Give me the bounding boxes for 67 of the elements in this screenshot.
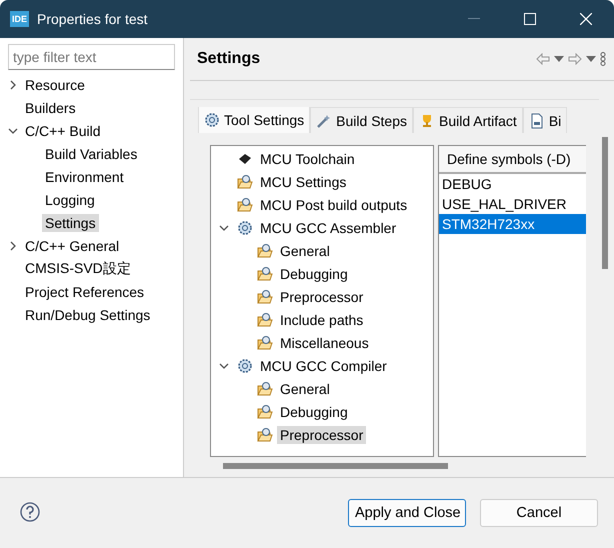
dialog-button[interactable]: Cancel <box>480 499 598 527</box>
default-button[interactable]: Apply and Close <box>348 499 466 527</box>
close-icon[interactable] <box>580 13 592 25</box>
folder-gear-icon <box>257 312 273 328</box>
tree-item[interactable]: MCU Post build outputs <box>257 196 410 214</box>
folder-gear-icon <box>257 334 273 350</box>
tab[interactable]: Tool Settings <box>198 107 310 133</box>
tree-item[interactable]: C/C++ Build <box>22 122 104 140</box>
chevron-right-icon[interactable] <box>8 80 18 90</box>
tree-item[interactable]: Preprocessor <box>277 288 366 306</box>
maximize-icon[interactable] <box>524 13 536 25</box>
tree-item[interactable]: Debugging <box>277 402 351 420</box>
tree-item[interactable]: Environment <box>42 168 127 186</box>
tree-item[interactable]: Builders <box>22 98 79 116</box>
scrollbar[interactable] <box>223 463 448 469</box>
chevron-down-icon[interactable] <box>8 126 18 136</box>
wand-icon <box>316 112 332 128</box>
more-icon[interactable] <box>600 52 606 66</box>
list-item[interactable]: USE_HAL_DRIVER <box>439 194 586 214</box>
help-icon[interactable] <box>20 502 40 522</box>
tree-item[interactable]: MCU GCC Assembler <box>257 218 400 236</box>
gear-icon <box>237 220 253 236</box>
window-title: Properties for test <box>37 11 149 27</box>
tree-item[interactable]: MCU Settings <box>257 172 350 190</box>
dropdown-icon[interactable] <box>586 56 596 62</box>
tree-item[interactable]: Logging <box>42 190 98 208</box>
column-header[interactable]: Define symbols (-D) <box>439 146 586 174</box>
tree-item[interactable]: Preprocessor <box>277 426 366 444</box>
tree-item[interactable]: Miscellaneous <box>277 334 372 352</box>
list-item[interactable]: DEBUG <box>439 174 586 194</box>
tree-item[interactable]: General <box>277 380 333 398</box>
tree-item[interactable]: Project References <box>22 282 148 300</box>
tab[interactable]: Build Artifact <box>413 107 523 133</box>
tree-item[interactable]: Build Variables <box>42 144 140 162</box>
tree-item[interactable]: Include paths <box>277 310 366 328</box>
app-logo: IDE <box>10 11 30 27</box>
page-title: Settings <box>197 50 262 68</box>
tree-item[interactable]: Debugging <box>277 264 351 282</box>
tab[interactable]: Build Steps <box>310 107 413 133</box>
chevron-down-icon[interactable] <box>219 222 229 232</box>
tree-item[interactable]: CMSIS-SVD設定 <box>22 258 134 278</box>
tab[interactable]: Bi <box>522 107 568 133</box>
tree-item[interactable]: General <box>277 242 333 260</box>
scrollbar[interactable] <box>602 137 608 269</box>
list-item[interactable]: STM32H723xx <box>439 214 586 234</box>
tree-item[interactable]: MCU Toolchain <box>257 150 358 168</box>
chevron-right-icon[interactable] <box>8 240 18 250</box>
minimize-icon[interactable] <box>468 18 480 20</box>
folder-gear-icon <box>257 426 273 442</box>
tree-item[interactable]: Settings <box>42 214 99 232</box>
folder-gear-icon <box>257 242 273 258</box>
document-icon <box>528 112 545 128</box>
folder-gear-icon <box>257 266 273 282</box>
chevron-down-icon[interactable] <box>219 360 229 370</box>
dropdown-icon[interactable] <box>554 56 564 62</box>
tree-item[interactable]: C/C++ General <box>22 236 122 254</box>
gear-icon <box>204 112 220 128</box>
gear-icon <box>237 358 253 374</box>
folder-gear-icon <box>257 288 273 304</box>
folder-gear-icon <box>237 174 253 190</box>
folder-gear-icon <box>257 404 273 420</box>
folder-gear-icon <box>237 196 253 212</box>
filter-field[interactable]: type filter text <box>8 44 175 70</box>
tree-item[interactable]: MCU GCC Compiler <box>257 356 390 374</box>
tree-item[interactable]: Resource <box>22 76 88 94</box>
folder-gear-icon <box>257 380 273 396</box>
tree-item[interactable]: Run/Debug Settings <box>22 306 154 324</box>
